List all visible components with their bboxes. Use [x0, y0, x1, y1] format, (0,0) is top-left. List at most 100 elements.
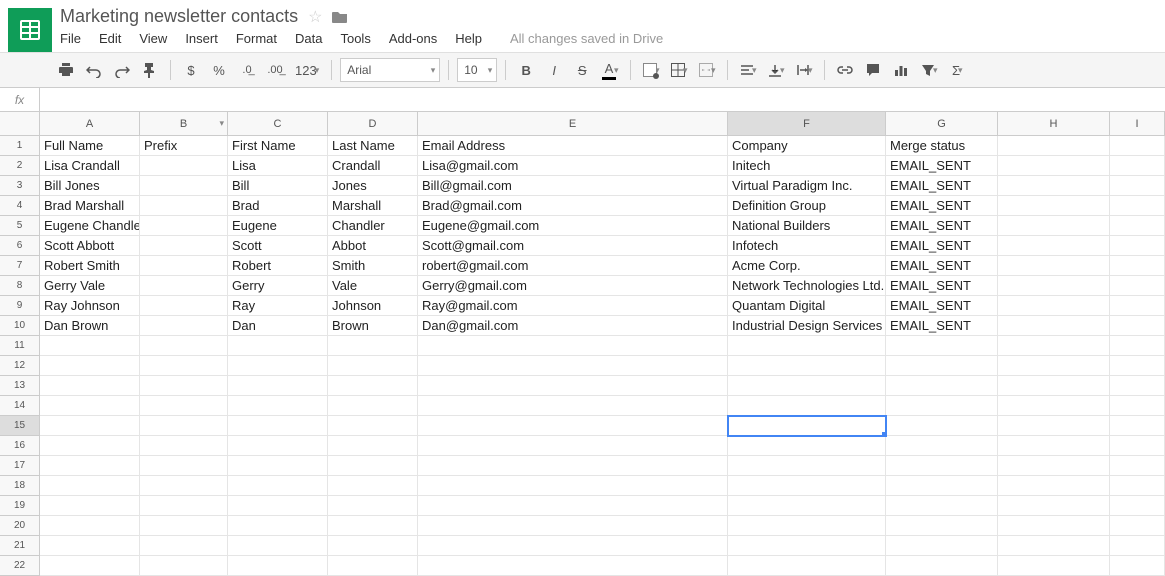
increase-decimal-icon[interactable]: .00̲ — [263, 58, 287, 82]
cell[interactable] — [728, 496, 886, 516]
cell[interactable] — [998, 136, 1110, 156]
undo-icon[interactable] — [82, 58, 106, 82]
menu-data[interactable]: Data — [295, 31, 322, 46]
document-title[interactable]: Marketing newsletter contacts — [60, 6, 298, 27]
row-header[interactable]: 4 — [0, 196, 40, 216]
cell[interactable]: Acme Corp. — [728, 256, 886, 276]
cell[interactable] — [140, 236, 228, 256]
row-header[interactable]: 1 — [0, 136, 40, 156]
row-header[interactable]: 16 — [0, 436, 40, 456]
cell[interactable] — [328, 536, 418, 556]
cell[interactable] — [998, 356, 1110, 376]
text-color-icon[interactable]: A▾ — [598, 58, 622, 82]
cell[interactable] — [728, 536, 886, 556]
menu-tools[interactable]: Tools — [340, 31, 370, 46]
cell[interactable]: Marshall — [328, 196, 418, 216]
cell[interactable] — [140, 476, 228, 496]
cell[interactable] — [1110, 156, 1165, 176]
insert-chart-icon[interactable] — [889, 58, 913, 82]
cell[interactable] — [998, 416, 1110, 436]
cell[interactable] — [1110, 176, 1165, 196]
cell[interactable] — [1110, 356, 1165, 376]
cell[interactable] — [418, 456, 728, 476]
row-header[interactable]: 19 — [0, 496, 40, 516]
cell[interactable]: EMAIL_SENT — [886, 256, 998, 276]
cell[interactable]: Last Name — [328, 136, 418, 156]
column-filter-icon[interactable]: ▾ — [219, 118, 224, 129]
cell[interactable] — [998, 436, 1110, 456]
cell[interactable]: EMAIL_SENT — [886, 156, 998, 176]
cell[interactable] — [886, 376, 998, 396]
cell[interactable] — [728, 356, 886, 376]
cell[interactable]: Quantam Digital — [728, 296, 886, 316]
cell[interactable] — [140, 296, 228, 316]
row-header[interactable]: 13 — [0, 376, 40, 396]
cell[interactable] — [140, 196, 228, 216]
cell[interactable]: Smith — [328, 256, 418, 276]
cell[interactable] — [1110, 476, 1165, 496]
italic-icon[interactable]: I — [542, 58, 566, 82]
cell[interactable]: Robert Smith — [40, 256, 140, 276]
cell[interactable]: Gerry Vale — [40, 276, 140, 296]
cell[interactable] — [418, 396, 728, 416]
cell[interactable] — [328, 336, 418, 356]
cell[interactable]: Gerry — [228, 276, 328, 296]
strikethrough-icon[interactable]: S — [570, 58, 594, 82]
cell[interactable] — [40, 456, 140, 476]
cell[interactable] — [1110, 276, 1165, 296]
cell[interactable] — [1110, 296, 1165, 316]
cell[interactable]: Scott Abbott — [40, 236, 140, 256]
cell[interactable] — [886, 436, 998, 456]
cell[interactable] — [1110, 256, 1165, 276]
cell[interactable]: Lisa Crandall — [40, 156, 140, 176]
cell[interactable] — [40, 476, 140, 496]
cell[interactable] — [40, 496, 140, 516]
cell[interactable]: Ray Johnson — [40, 296, 140, 316]
row-header[interactable]: 9 — [0, 296, 40, 316]
borders-icon[interactable]: ▾ — [667, 58, 691, 82]
cell[interactable] — [328, 476, 418, 496]
cell[interactable] — [1110, 136, 1165, 156]
decrease-decimal-icon[interactable]: .0̲ — [235, 58, 259, 82]
cell[interactable] — [998, 296, 1110, 316]
cell[interactable]: robert@gmail.com — [418, 256, 728, 276]
cell[interactable]: Lisa@gmail.com — [418, 156, 728, 176]
cell[interactable] — [728, 336, 886, 356]
cell[interactable] — [1110, 376, 1165, 396]
cell[interactable] — [418, 436, 728, 456]
cell[interactable] — [418, 496, 728, 516]
cell[interactable] — [40, 556, 140, 576]
cell[interactable] — [998, 456, 1110, 476]
vertical-align-icon[interactable]: ▾ — [764, 58, 788, 82]
cell[interactable] — [328, 456, 418, 476]
cell[interactable] — [998, 256, 1110, 276]
cell[interactable] — [140, 556, 228, 576]
cell[interactable] — [1110, 516, 1165, 536]
cell[interactable] — [228, 456, 328, 476]
cell[interactable]: Jones — [328, 176, 418, 196]
cell[interactable] — [140, 276, 228, 296]
bold-icon[interactable]: B — [514, 58, 538, 82]
cell[interactable]: Vale — [328, 276, 418, 296]
cell[interactable] — [418, 376, 728, 396]
cell[interactable] — [728, 476, 886, 496]
menu-addons[interactable]: Add-ons — [389, 31, 437, 46]
row-header[interactable]: 17 — [0, 456, 40, 476]
horizontal-align-icon[interactable]: ▾ — [736, 58, 760, 82]
cell[interactable]: Dan — [228, 316, 328, 336]
cell[interactable] — [140, 456, 228, 476]
cell[interactable] — [328, 376, 418, 396]
currency-icon[interactable]: $ — [179, 58, 203, 82]
cell[interactable]: Abbot — [328, 236, 418, 256]
cell[interactable] — [886, 396, 998, 416]
row-header[interactable]: 18 — [0, 476, 40, 496]
cell[interactable] — [328, 396, 418, 416]
cell[interactable] — [886, 476, 998, 496]
cell[interactable] — [1110, 316, 1165, 336]
percent-icon[interactable]: % — [207, 58, 231, 82]
row-header[interactable]: 5 — [0, 216, 40, 236]
cell[interactable]: Eugene — [228, 216, 328, 236]
insert-comment-icon[interactable] — [861, 58, 885, 82]
cell[interactable] — [40, 416, 140, 436]
cell[interactable] — [140, 376, 228, 396]
